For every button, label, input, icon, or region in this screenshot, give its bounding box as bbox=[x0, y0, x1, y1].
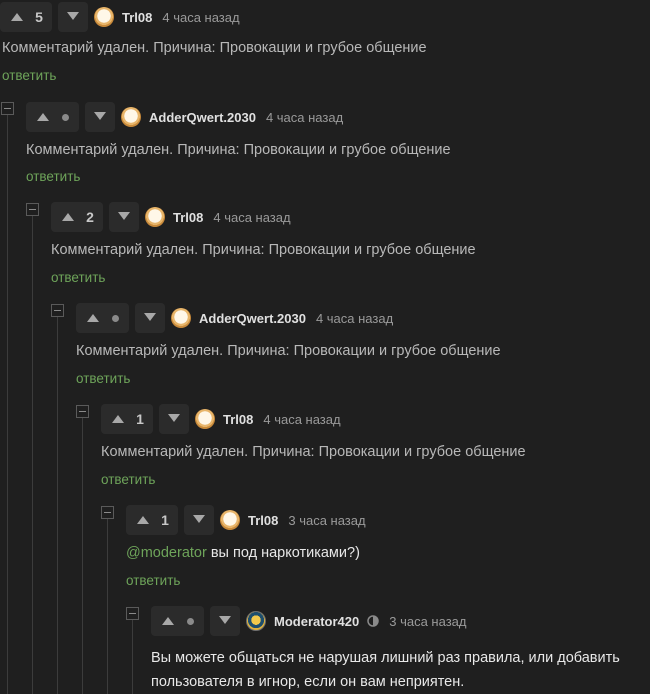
vote-widget: 1 bbox=[126, 505, 178, 535]
upvote-arrow-icon[interactable] bbox=[59, 208, 77, 226]
moderator-badge-icon bbox=[367, 615, 379, 627]
timestamp[interactable]: 3 часа назад bbox=[389, 614, 466, 629]
username[interactable]: Trl08 bbox=[173, 210, 203, 225]
avatar[interactable] bbox=[121, 107, 141, 127]
thread-line bbox=[107, 519, 108, 694]
comment-header: 2 Trl08 4 часа назад bbox=[51, 202, 291, 232]
username[interactable]: Moderator420 bbox=[274, 614, 359, 629]
avatar[interactable] bbox=[94, 7, 114, 27]
downvote-button[interactable] bbox=[159, 404, 189, 434]
collapse-minus-icon[interactable] bbox=[26, 203, 39, 216]
reply-link[interactable]: ответить bbox=[26, 169, 80, 184]
thread-line bbox=[82, 418, 83, 694]
vote-widget bbox=[151, 606, 204, 636]
vote-widget: 2 bbox=[51, 202, 103, 232]
downvote-arrow-icon bbox=[218, 612, 232, 630]
downvote-button[interactable] bbox=[210, 606, 240, 636]
timestamp[interactable]: 3 часа назад bbox=[288, 513, 365, 528]
vote-count: 5 bbox=[35, 9, 43, 25]
upvote-arrow-icon[interactable] bbox=[109, 410, 127, 428]
username[interactable]: AdderQwert.2030 bbox=[199, 311, 306, 326]
timestamp[interactable]: 4 часа назад bbox=[213, 210, 290, 225]
comment-header: AdderQwert.2030 4 часа назад bbox=[26, 102, 343, 132]
username[interactable]: AdderQwert.2030 bbox=[149, 110, 256, 125]
thread-line bbox=[32, 216, 33, 694]
downvote-button[interactable] bbox=[109, 202, 139, 232]
username[interactable]: Trl08 bbox=[122, 10, 152, 25]
reply-link[interactable]: ответить bbox=[2, 68, 56, 83]
avatar[interactable] bbox=[220, 510, 240, 530]
upvote-arrow-icon[interactable] bbox=[159, 612, 177, 630]
vote-count: 1 bbox=[136, 411, 144, 427]
reply-link[interactable]: ответить bbox=[51, 270, 105, 285]
upvote-arrow-icon[interactable] bbox=[8, 8, 26, 26]
downvote-button[interactable] bbox=[184, 505, 214, 535]
comment-text: @moderator вы под наркотиками?) bbox=[126, 545, 360, 561]
comment-text: Комментарий удален. Причина: Провокации … bbox=[26, 142, 451, 158]
downvote-arrow-icon bbox=[143, 309, 157, 327]
avatar[interactable] bbox=[145, 207, 165, 227]
neutral-score-dot bbox=[62, 113, 69, 121]
vote-widget bbox=[26, 102, 79, 132]
comment-header: 5 Trl08 4 часа назад bbox=[0, 2, 240, 32]
thread-line bbox=[57, 317, 58, 694]
downvote-arrow-icon bbox=[93, 108, 107, 126]
timestamp[interactable]: 4 часа назад bbox=[266, 110, 343, 125]
collapse-minus-icon[interactable] bbox=[1, 102, 14, 115]
vote-widget bbox=[76, 303, 129, 333]
downvote-button[interactable] bbox=[85, 102, 115, 132]
downvote-button[interactable] bbox=[135, 303, 165, 333]
upvote-arrow-icon[interactable] bbox=[134, 511, 152, 529]
reply-link[interactable]: ответить bbox=[76, 371, 130, 386]
avatar[interactable] bbox=[171, 308, 191, 328]
collapse-minus-icon[interactable] bbox=[51, 304, 64, 317]
comment-body: вы под наркотиками?) bbox=[206, 545, 360, 561]
comment-text: Комментарий удален. Причина: Провокации … bbox=[2, 40, 427, 56]
timestamp[interactable]: 4 часа назад bbox=[162, 10, 239, 25]
neutral-score-dot bbox=[187, 617, 194, 625]
reply-link[interactable]: ответить bbox=[126, 573, 180, 588]
comment-header: 1 Trl08 4 часа назад bbox=[101, 404, 341, 434]
comment-text-line: Вы можете общаться не нарушая лишний раз… bbox=[151, 650, 620, 666]
comment-header: 1 Trl08 3 часа назад bbox=[126, 505, 366, 535]
thread-line bbox=[132, 620, 133, 694]
vote-count: 2 bbox=[86, 209, 94, 225]
comment-text-line: пользователя в игнор, если он вам неприя… bbox=[151, 674, 465, 690]
downvote-arrow-icon bbox=[66, 8, 80, 26]
comment-text: Комментарий удален. Причина: Провокации … bbox=[76, 343, 501, 359]
collapse-minus-icon[interactable] bbox=[76, 405, 89, 418]
downvote-arrow-icon bbox=[167, 410, 181, 428]
comment-text: Комментарий удален. Причина: Провокации … bbox=[51, 242, 476, 258]
avatar[interactable] bbox=[195, 409, 215, 429]
downvote-arrow-icon bbox=[117, 208, 131, 226]
username[interactable]: Trl08 bbox=[248, 513, 278, 528]
comment-text: Вы можете общаться не нарушая лишний раз… bbox=[151, 646, 620, 694]
reply-link[interactable]: ответить bbox=[101, 472, 155, 487]
thread-line bbox=[7, 115, 8, 694]
downvote-arrow-icon bbox=[192, 511, 206, 529]
comment-header: AdderQwert.2030 4 часа назад bbox=[76, 303, 393, 333]
collapse-minus-icon[interactable] bbox=[101, 506, 114, 519]
downvote-button[interactable] bbox=[58, 2, 88, 32]
neutral-score-dot bbox=[112, 314, 119, 322]
comment-text: Комментарий удален. Причина: Провокации … bbox=[101, 444, 526, 460]
vote-widget: 5 bbox=[0, 2, 52, 32]
upvote-arrow-icon[interactable] bbox=[34, 108, 52, 126]
collapse-minus-icon[interactable] bbox=[126, 607, 139, 620]
avatar[interactable] bbox=[246, 611, 266, 631]
timestamp[interactable]: 4 часа назад bbox=[316, 311, 393, 326]
upvote-arrow-icon[interactable] bbox=[84, 309, 102, 327]
user-mention-link[interactable]: @moderator bbox=[126, 545, 207, 561]
username[interactable]: Trl08 bbox=[223, 412, 253, 427]
vote-widget: 1 bbox=[101, 404, 153, 434]
timestamp[interactable]: 4 часа назад bbox=[263, 412, 340, 427]
vote-count: 1 bbox=[161, 512, 169, 528]
comment-header: Moderator420 3 часа назад bbox=[151, 606, 466, 636]
